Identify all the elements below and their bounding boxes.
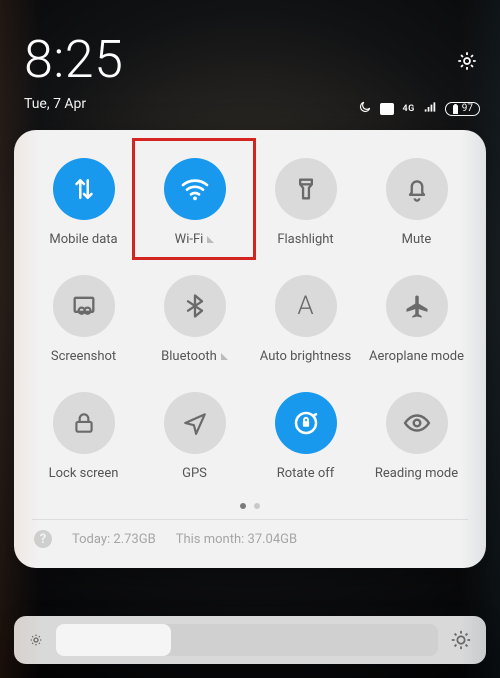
quick-settings-panel: Mobile data Wi-Fi Flashlight bbox=[14, 130, 486, 568]
airplane-icon bbox=[386, 275, 448, 337]
tile-label: Lock screen bbox=[49, 466, 119, 481]
tile-lock-screen[interactable]: Lock screen bbox=[28, 392, 139, 481]
expand-icon bbox=[221, 353, 228, 360]
tile-label: Screenshot bbox=[51, 349, 116, 364]
tile-label: Auto brightness bbox=[260, 349, 351, 364]
divider bbox=[32, 519, 468, 520]
wifi-icon bbox=[164, 158, 226, 220]
tile-gps[interactable]: GPS bbox=[139, 392, 250, 481]
bell-icon bbox=[386, 158, 448, 220]
tile-label: Rotate off bbox=[277, 466, 335, 481]
tile-auto-brightness[interactable]: A Auto brightness bbox=[250, 275, 361, 364]
page-dot bbox=[240, 503, 246, 509]
tile-label: GPS bbox=[182, 466, 207, 481]
tile-label: Reading mode bbox=[375, 466, 458, 481]
status-icons: 4G 97 bbox=[358, 100, 480, 117]
data-usage-bar[interactable]: ? Today: 2.73GB This month: 37.04GB bbox=[28, 530, 472, 554]
bluetooth-icon bbox=[164, 275, 226, 337]
tile-label: Flashlight bbox=[277, 232, 333, 247]
statusbar: 8:25 Tue, 7 Apr 4G 97 bbox=[0, 0, 500, 118]
usage-month: This month: 37.04GB bbox=[176, 532, 297, 547]
tile-wifi[interactable]: Wi-Fi bbox=[139, 158, 250, 247]
brightness-high-icon bbox=[450, 629, 472, 651]
clock: 8:25 bbox=[24, 34, 476, 86]
signal-icon bbox=[423, 100, 437, 117]
moon-icon bbox=[358, 100, 372, 117]
brightness-panel bbox=[14, 616, 486, 664]
rotate-lock-icon bbox=[275, 392, 337, 454]
tile-aeroplane-mode[interactable]: Aeroplane mode bbox=[361, 275, 472, 364]
screenshot-icon bbox=[53, 275, 115, 337]
eye-icon bbox=[386, 392, 448, 454]
brightness-fill bbox=[56, 624, 171, 656]
mobile-data-icon bbox=[53, 158, 115, 220]
expand-icon bbox=[207, 236, 214, 243]
tile-grid: Mobile data Wi-Fi Flashlight bbox=[28, 158, 472, 481]
auto-brightness-icon: A bbox=[275, 275, 337, 337]
brightness-slider[interactable] bbox=[56, 624, 438, 656]
volte-icon bbox=[380, 103, 394, 115]
battery-icon bbox=[452, 104, 459, 114]
info-icon: ? bbox=[34, 530, 52, 548]
tile-rotate-off[interactable]: Rotate off bbox=[250, 392, 361, 481]
tile-flashlight[interactable]: Flashlight bbox=[250, 158, 361, 247]
tile-screenshot[interactable]: Screenshot bbox=[28, 275, 139, 364]
brightness-low-icon bbox=[28, 632, 44, 648]
lock-icon bbox=[53, 392, 115, 454]
settings-button[interactable] bbox=[456, 50, 478, 72]
page-dots bbox=[28, 503, 472, 509]
tile-mute[interactable]: Mute bbox=[361, 158, 472, 247]
tile-reading-mode[interactable]: Reading mode bbox=[361, 392, 472, 481]
tile-label: Aeroplane mode bbox=[369, 349, 464, 364]
network-type: 4G bbox=[402, 104, 414, 114]
flashlight-icon bbox=[275, 158, 337, 220]
page-dot bbox=[254, 503, 260, 509]
tile-label: Wi-Fi bbox=[175, 232, 204, 247]
tile-label: Bluetooth bbox=[161, 349, 217, 364]
tile-label: Mobile data bbox=[49, 232, 117, 247]
tile-mobile-data[interactable]: Mobile data bbox=[28, 158, 139, 247]
tile-label: Mute bbox=[402, 232, 432, 247]
gps-icon bbox=[164, 392, 226, 454]
battery-percentage: 97 bbox=[462, 104, 473, 114]
tile-bluetooth[interactable]: Bluetooth bbox=[139, 275, 250, 364]
battery-indicator: 97 bbox=[445, 102, 480, 116]
usage-today: Today: 2.73GB bbox=[72, 532, 156, 547]
